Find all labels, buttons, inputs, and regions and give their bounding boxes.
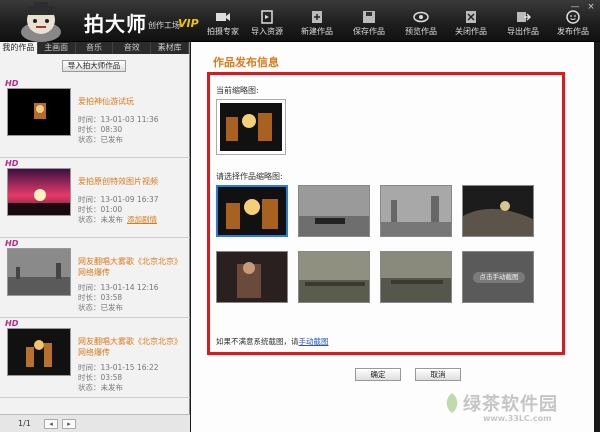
- save-work-button[interactable]: 保存作品: [344, 10, 394, 37]
- work-title[interactable]: 网友翻唱大雾歌《北京北京》网络爆传: [78, 336, 178, 358]
- work-status: 已发布: [100, 135, 124, 144]
- work-duration: 03:58: [100, 293, 123, 302]
- page-title: 作品发布信息: [213, 56, 279, 69]
- watermark: 绿茶软件园 www.33LC.com: [443, 390, 588, 426]
- eye-icon: [413, 11, 429, 23]
- camera-icon: [216, 13, 230, 21]
- current-thumbnail-label: 当前缩略图:: [216, 86, 259, 95]
- work-status: 未发布: [100, 215, 124, 224]
- mascot-logo-icon: [21, 2, 61, 42]
- left-tabs: 我的作品 主画面 音乐 音效 素材库: [0, 42, 189, 54]
- page-indicator: 1/1: [18, 419, 31, 428]
- close-doc-icon: [466, 11, 476, 23]
- brand-subtitle: 创作工场: [148, 21, 180, 30]
- cancel-button[interactable]: 取消: [415, 368, 461, 381]
- publish-work-button[interactable]: 发布作品: [548, 10, 598, 37]
- thumbnail-option-3[interactable]: [380, 185, 452, 237]
- work-title[interactable]: 网友翻唱大雾歌《北京北京》网络爆传: [78, 256, 178, 278]
- work-thumbnail: [7, 248, 71, 296]
- export-work-button[interactable]: 导出作品: [498, 10, 548, 37]
- work-thumbnail: [7, 88, 71, 136]
- thumbnail-option-7[interactable]: [380, 251, 452, 303]
- minimize-button[interactable]: —: [568, 2, 582, 12]
- hd-badge: HD: [5, 79, 19, 88]
- tab-sound-effects[interactable]: 音效: [113, 42, 152, 54]
- list-item[interactable]: HD 网友翻唱大雾歌《北京北京》网络爆传 时间：13-01-14 12:16 时…: [0, 238, 190, 318]
- hd-badge: HD: [5, 159, 19, 168]
- tab-music[interactable]: 音乐: [76, 42, 114, 54]
- list-item[interactable]: HD 爱拍神仙游试玩 时间：13-01-03 11:36 时长：08:30 状态…: [0, 78, 190, 158]
- publish-panel: 作品发布信息 当前缩略图: 请选择作品缩略图: 点击手动截图 如果不满意系统截图…: [191, 42, 594, 432]
- next-page-button[interactable]: ▸: [62, 419, 76, 429]
- top-toolbar: 拍大师 创作工场 VIP 拍摄专家 导入资源 新建作品 保存作品 预览作品 关闭…: [0, 0, 600, 42]
- hd-badge: HD: [5, 319, 19, 328]
- work-duration: 01:00: [100, 205, 123, 214]
- tab-main-screen[interactable]: 主画面: [38, 42, 76, 54]
- thumbnail-option-5[interactable]: [216, 251, 288, 303]
- watermark-url: www.33LC.com: [483, 414, 552, 423]
- tab-my-works[interactable]: 我的作品: [0, 42, 38, 54]
- work-duration: 08:30: [100, 125, 123, 134]
- watermark-name: 绿茶软件园: [463, 394, 558, 415]
- close-work-button[interactable]: 关闭作品: [446, 10, 496, 37]
- hint-text: 如果不满意系统截图，请手动截图: [216, 337, 329, 346]
- new-work-button[interactable]: 新建作品: [292, 10, 342, 37]
- choose-thumbnail-label: 请选择作品缩略图:: [216, 172, 283, 181]
- camera-expert-button[interactable]: 拍摄专家: [198, 10, 248, 37]
- work-thumbnail: [7, 328, 71, 376]
- thumbnail-option-4[interactable]: [462, 185, 534, 237]
- current-thumbnail: [216, 99, 286, 155]
- export-icon: [517, 12, 531, 22]
- work-status: 已发布: [100, 303, 124, 312]
- thumbnail-option-6[interactable]: [298, 251, 370, 303]
- vip-badge: VIP: [178, 17, 199, 30]
- work-time: 13-01-03 11:36: [100, 115, 159, 124]
- work-time: 13-01-09 16:37: [100, 195, 159, 204]
- work-duration: 03:58: [100, 373, 123, 382]
- manual-capture-label: 点击手动截图: [473, 272, 525, 283]
- save-icon: [363, 11, 375, 23]
- left-panel: 我的作品 主画面 音乐 音效 素材库 导入拍大师作品 HD 爱拍神仙游试玩 时间…: [0, 42, 190, 432]
- import-works-button[interactable]: 导入拍大师作品: [62, 60, 126, 72]
- hd-badge: HD: [5, 239, 19, 248]
- ok-button[interactable]: 确定: [355, 368, 401, 381]
- work-time: 13-01-14 12:16: [100, 283, 159, 292]
- work-title[interactable]: 爱拍神仙游试玩: [78, 96, 178, 107]
- add-plot-link[interactable]: 添加剧情: [127, 215, 157, 224]
- window-close-button[interactable]: ×: [584, 2, 598, 12]
- tab-material-library[interactable]: 素材库: [151, 42, 189, 54]
- work-thumbnail: [7, 168, 71, 216]
- work-title[interactable]: 爱拍原创特效图片视频: [78, 176, 178, 187]
- prev-page-button[interactable]: ◂: [44, 419, 58, 429]
- highlight-box: 当前缩略图: 请选择作品缩略图: 点击手动截图 如果不满意系统截图，请手动截图 …: [207, 72, 565, 381]
- thumbnail-option-2[interactable]: [298, 185, 370, 237]
- new-doc-icon: [312, 11, 322, 23]
- list-item[interactable]: HD 网友翻唱大雾歌《北京北京》网络爆传 时间：13-01-15 16:22 时…: [0, 318, 190, 398]
- list-item[interactable]: HD 爱拍原创特效图片视频 时间：13-01-09 16:37 时长：01:00…: [0, 158, 190, 238]
- publish-icon: [566, 10, 580, 24]
- manual-capture-link[interactable]: 手动截图: [299, 337, 329, 346]
- leaf-logo-icon: [446, 393, 458, 413]
- thumbnail-option-1[interactable]: [216, 185, 288, 237]
- import-icon: [261, 10, 273, 24]
- pager: 1/1 ◂ ▸: [0, 414, 190, 432]
- import-resource-button[interactable]: 导入资源: [242, 10, 292, 37]
- work-time: 13-01-15 16:22: [100, 363, 159, 372]
- works-list: HD 爱拍神仙游试玩 时间：13-01-03 11:36 时长：08:30 状态…: [0, 78, 190, 398]
- brand-name: 拍大师: [84, 12, 147, 36]
- manual-capture-button[interactable]: 点击手动截图: [462, 251, 534, 303]
- preview-work-button[interactable]: 预览作品: [396, 10, 446, 37]
- work-status: 未发布: [100, 383, 124, 392]
